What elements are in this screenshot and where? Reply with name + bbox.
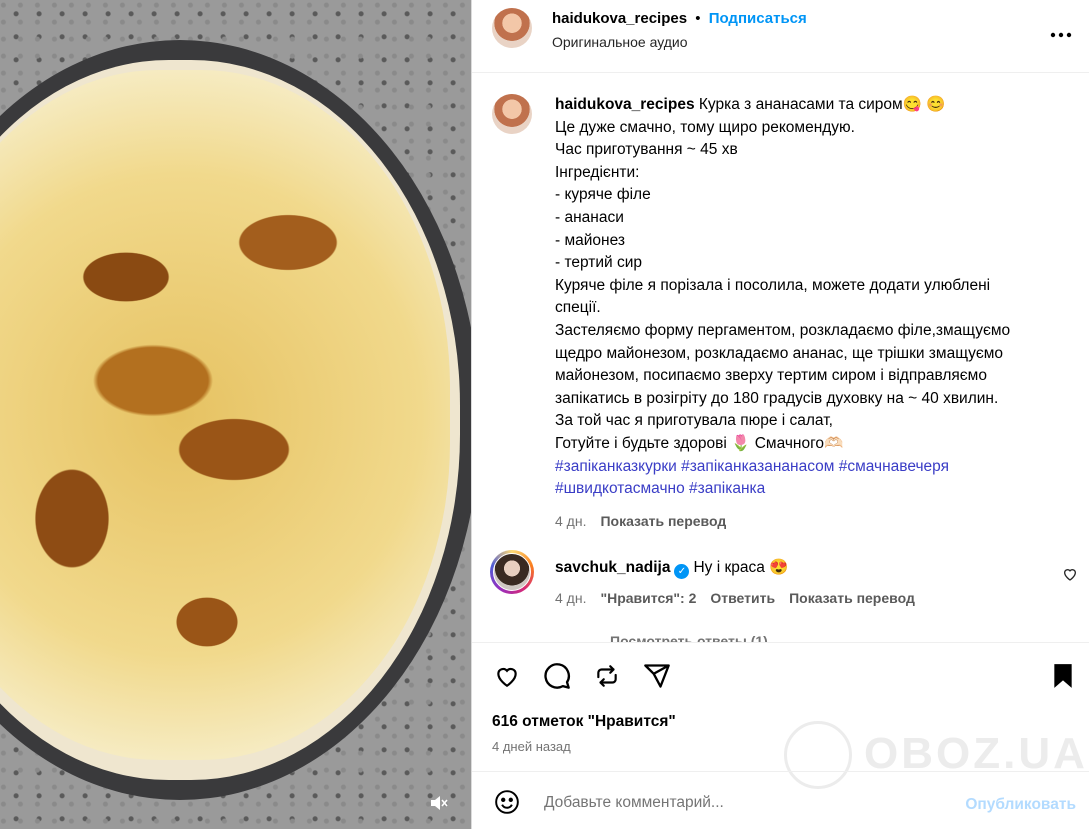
- caption-line: - майонез: [555, 231, 625, 249]
- post-date: 4 дней назад: [492, 739, 571, 754]
- audio-label[interactable]: Оригинальное аудио: [552, 34, 688, 50]
- caption-line: Це дуже смачно, тому щиро рекомендую.: [555, 118, 855, 136]
- caption-line: Готуйте і будьте здорові 🌷 Смачного🫶🏻: [555, 434, 844, 452]
- hashtags-line: #швидкотасмачно #запіканка: [555, 478, 1065, 501]
- comment-translate-link[interactable]: Показать перевод: [789, 590, 915, 606]
- share-send-icon[interactable]: [642, 661, 672, 691]
- caption-line: Час приготування ~ 45 хв: [555, 141, 738, 159]
- repost-icon[interactable]: [592, 661, 622, 691]
- bookmark-icon[interactable]: [1048, 661, 1078, 691]
- caption-author[interactable]: haidukova_recipes: [555, 96, 695, 113]
- hashtag-link[interactable]: #запіканказананасом: [681, 458, 834, 475]
- caption-line: haidukova_recipes Курка з ананасами та с…: [555, 94, 1065, 117]
- caption-line: - ананаси: [555, 208, 624, 226]
- caption-line: майонезом, посипаємо зверху тертим сиром…: [555, 367, 987, 385]
- post-media[interactable]: [0, 0, 471, 829]
- mute-icon[interactable]: [428, 795, 450, 815]
- comment-input[interactable]: [542, 790, 946, 816]
- comment-like-heart-icon[interactable]: [1062, 566, 1078, 587]
- caption-time[interactable]: 4 дн.: [555, 513, 586, 529]
- caption-translate-link[interactable]: Показать перевод: [600, 513, 726, 529]
- caption-line: - куряче філе: [555, 186, 651, 204]
- comment-time[interactable]: 4 дн.: [555, 590, 586, 606]
- caption-line: Застеляємо форму пергаментом, розкладаєм…: [555, 321, 1011, 339]
- caption-text: Курка з ананасами та сиром😋 😊: [698, 96, 946, 113]
- post-header: haidukova_recipes • Подписаться Оригинал…: [472, 0, 1089, 73]
- caption-line: щедро майонезом, розкладаємо ананас, ще …: [555, 344, 1004, 362]
- likes-count[interactable]: 616 отметок "Нравится": [492, 713, 676, 731]
- casserole-image: [0, 70, 450, 760]
- follow-button[interactable]: Подписаться: [709, 10, 807, 27]
- commenter-username[interactable]: savchuk_nadija: [555, 559, 670, 576]
- post-panel: haidukova_recipes • Подписаться Оригинал…: [471, 0, 1089, 829]
- caption-line: спеції.: [555, 299, 601, 317]
- comment-meta: 4 дн. "Нравится": 2 Ответить Показать перев…: [555, 590, 915, 606]
- like-heart-icon[interactable]: [492, 661, 522, 691]
- comment-likes-count[interactable]: "Нравится": 2: [600, 590, 696, 606]
- comment-text: Ну і краса 😍: [693, 559, 789, 576]
- hashtag-link[interactable]: #запіканка: [689, 480, 765, 497]
- caption-line: запікатись в розігріту до 180 градусів д…: [555, 389, 999, 407]
- caption-line: - тертий сир: [555, 254, 643, 272]
- comment-body: savchuk_nadija ✓ Ну і краса 😍: [555, 558, 788, 579]
- hashtag-link[interactable]: #смачнавечеря: [839, 458, 949, 475]
- caption-author-avatar[interactable]: [492, 94, 532, 134]
- caption-line: Інгредієнти:: [555, 163, 640, 181]
- hashtags-line: #запіканказкурки #запіканказананасом #см…: [555, 456, 1065, 479]
- reply-button[interactable]: Ответить: [710, 590, 775, 606]
- publish-button[interactable]: Опубликовать: [965, 796, 1076, 814]
- verified-badge-icon: ✓: [674, 564, 690, 579]
- caption-line: За той час я приготувала пюре і салат,: [555, 412, 833, 430]
- hashtag-link[interactable]: #запіканказкурки: [555, 458, 677, 475]
- author-avatar[interactable]: [492, 8, 532, 48]
- separator-dot: •: [695, 10, 701, 27]
- caption-line: Куряче філе я порізала і посолила, может…: [555, 276, 991, 294]
- comments-scroll-area[interactable]: haidukova_recipes Курка з ананасами та с…: [472, 72, 1089, 642]
- view-replies-button[interactable]: Посмотреть ответы (1): [610, 633, 768, 642]
- emoji-smiley-icon[interactable]: [492, 787, 522, 817]
- comment-bar: Опубликовать: [472, 771, 1089, 830]
- post-caption: haidukova_recipes Курка з ананасами та с…: [555, 94, 1065, 532]
- commenter-avatar[interactable]: [490, 550, 534, 594]
- author-username[interactable]: haidukova_recipes: [552, 10, 687, 27]
- comment-bubble-icon[interactable]: [542, 661, 572, 691]
- caption-meta: 4 дн. Показать перевод: [555, 510, 1065, 533]
- hashtag-link[interactable]: #швидкотасмачно: [555, 480, 685, 497]
- more-horizontal-icon[interactable]: [1050, 18, 1072, 44]
